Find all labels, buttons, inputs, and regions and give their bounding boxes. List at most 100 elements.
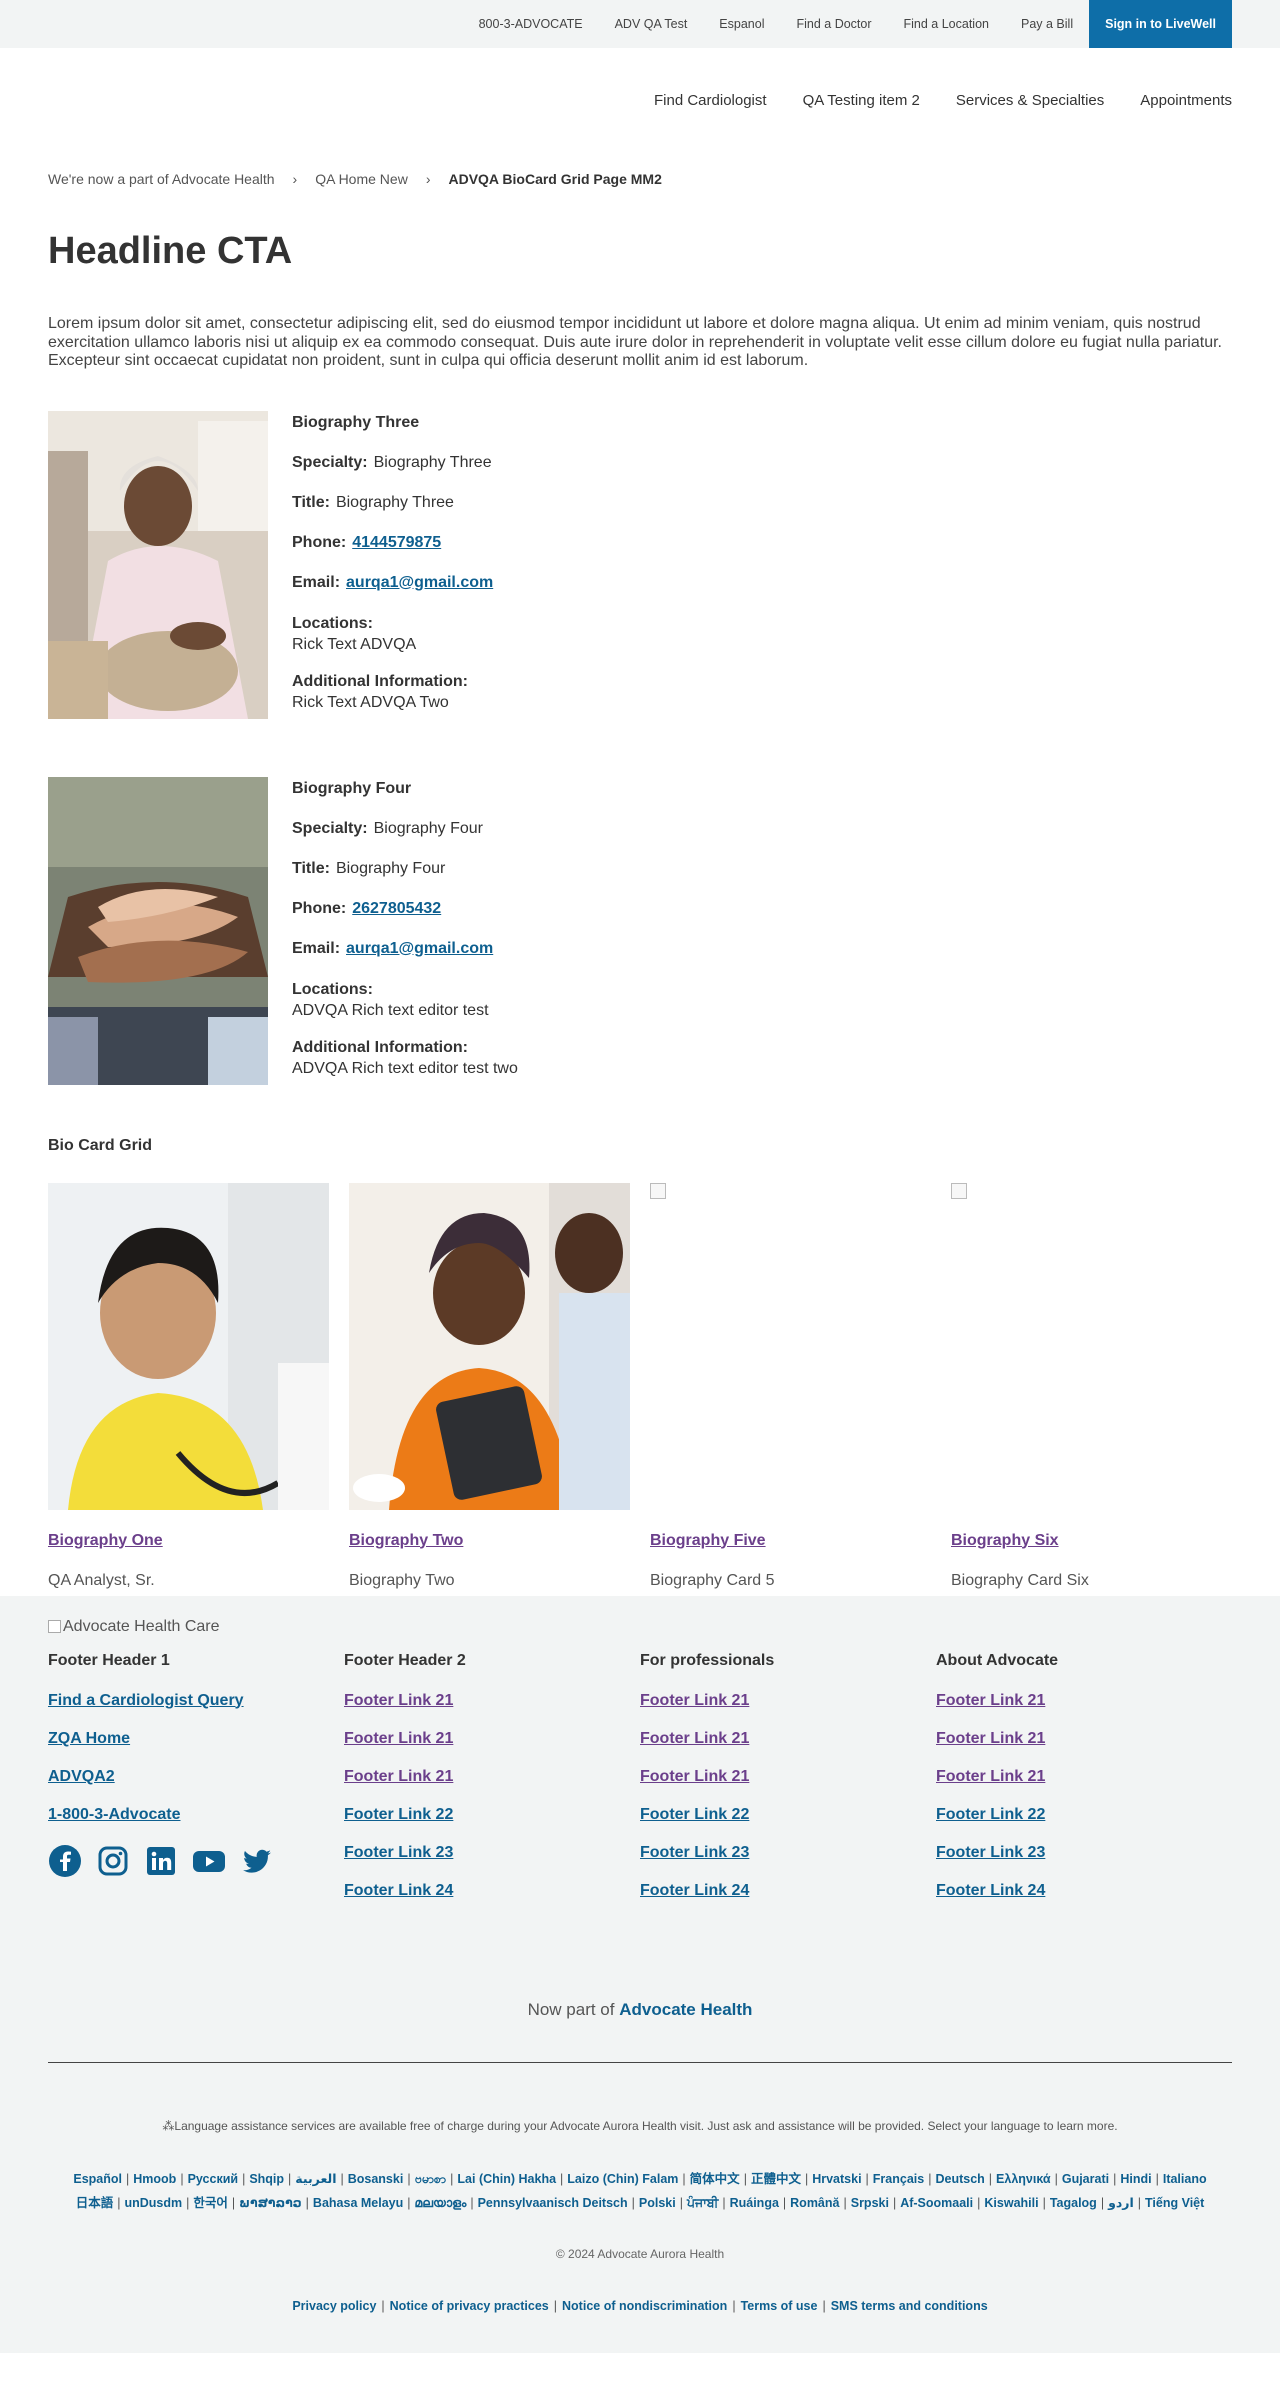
grid-card-name[interactable]: Biography Five	[650, 1532, 931, 1550]
utility-link-phone[interactable]: 800-3-ADVOCATE	[479, 17, 583, 31]
language-link[interactable]: മലയാളം	[415, 2196, 467, 2210]
breadcrumb-item-advocate[interactable]: We're now a part of Advocate Health	[48, 171, 275, 187]
utility-link-pay-bill[interactable]: Pay a Bill	[1021, 17, 1073, 31]
footer-link[interactable]: Footer Link 21	[344, 1768, 640, 1786]
language-link[interactable]: Hmoob	[133, 2172, 176, 2186]
language-link[interactable]: Kiswahili	[984, 2196, 1038, 2210]
grid-card-photo	[349, 1182, 630, 1510]
advocate-health-link[interactable]: Advocate Health	[619, 2000, 752, 2019]
language-link[interactable]: Ελληνικά	[996, 2172, 1051, 2186]
footer-link[interactable]: Footer Link 21	[344, 1730, 640, 1748]
language-row: Español | Hmoob | Русский | Shqip | العربية | Bosa…	[48, 2167, 1232, 2191]
footer-link[interactable]: Footer Link 21	[936, 1692, 1232, 1710]
footer-link[interactable]: Footer Link 21	[640, 1692, 936, 1710]
bio-info: Biography Four Specialty: Biography Four …	[292, 777, 518, 1095]
signin-button[interactable]: Sign in to LiveWell	[1089, 0, 1232, 48]
language-link[interactable]: Italiano	[1163, 2172, 1207, 2186]
grid-card-name[interactable]: Biography Two	[349, 1532, 630, 1550]
breadcrumb-item-qa-home[interactable]: QA Home New	[315, 171, 408, 187]
utility-link-adv-qa-test[interactable]: ADV QA Test	[615, 17, 688, 31]
language-link[interactable]: Русский	[188, 2172, 239, 2186]
language-link[interactable]: Polski	[639, 2196, 676, 2210]
footer-link[interactable]: Find a Cardiologist Query	[48, 1692, 344, 1710]
language-link[interactable]: Bosanski	[348, 2172, 404, 2186]
twitter-icon[interactable]	[240, 1844, 274, 1878]
grid-card-name[interactable]: Biography Six	[951, 1532, 1232, 1550]
language-link[interactable]: Hindi	[1120, 2172, 1151, 2186]
separator: |	[804, 2171, 809, 2186]
language-link[interactable]: Srpski	[851, 2196, 889, 2210]
footer-link[interactable]: ADVQA2	[48, 1768, 344, 1786]
footer-link[interactable]: Footer Link 24	[936, 1882, 1232, 1900]
locations-label: Locations:	[292, 980, 373, 998]
language-link[interactable]: Tagalog	[1050, 2196, 1097, 2210]
language-link[interactable]: Tiếng Việt	[1145, 2196, 1204, 2210]
youtube-icon[interactable]	[192, 1844, 226, 1878]
nav-item-services[interactable]: Services & Specialties	[956, 92, 1104, 109]
language-link[interactable]: Bahasa Melayu	[313, 2196, 403, 2210]
footer-link[interactable]: Footer Link 21	[936, 1730, 1232, 1748]
instagram-icon[interactable]	[96, 1844, 130, 1878]
footer-link[interactable]: 1-800-3-Advocate	[48, 1806, 344, 1824]
footer-link[interactable]: Footer Link 22	[936, 1806, 1232, 1824]
facebook-icon[interactable]	[48, 1844, 82, 1878]
footer-link[interactable]: Footer Link 24	[640, 1882, 936, 1900]
utility-link-espanol[interactable]: Espanol	[719, 17, 764, 31]
legal-link[interactable]: Notice of privacy practices	[390, 2299, 549, 2313]
language-link[interactable]: ਪੰਜਾਬੀ	[687, 2196, 718, 2210]
separator: |	[782, 2195, 787, 2210]
phone-link[interactable]: 2627805432	[352, 900, 441, 917]
language-link[interactable]: ພາສາລາວ	[239, 2196, 302, 2210]
language-link[interactable]: Deutsch	[935, 2172, 984, 2186]
linkedin-icon[interactable]	[144, 1844, 178, 1878]
legal-link[interactable]: Terms of use	[741, 2299, 818, 2313]
nav-item-find-cardiologist[interactable]: Find Cardiologist	[654, 92, 767, 109]
utility-link-find-doctor[interactable]: Find a Doctor	[796, 17, 871, 31]
footer-link[interactable]: Footer Link 23	[936, 1844, 1232, 1862]
footer-link[interactable]: Footer Link 21	[936, 1768, 1232, 1786]
language-link[interactable]: Laizo (Chin) Falam	[567, 2172, 678, 2186]
language-link[interactable]: unDusdm	[124, 2196, 182, 2210]
legal-link[interactable]: Notice of nondiscrimination	[562, 2299, 727, 2313]
footer-link[interactable]: Footer Link 22	[640, 1806, 936, 1824]
grid-card-name[interactable]: Biography One	[48, 1532, 329, 1550]
language-link[interactable]: Ruáinga	[730, 2196, 779, 2210]
bio-phone: Phone: 2627805432	[292, 899, 518, 919]
footer-link[interactable]: Footer Link 24	[344, 1882, 640, 1900]
email-link[interactable]: aurqa1@gmail.com	[346, 940, 493, 957]
specialty-value: Biography Three	[373, 453, 492, 471]
nav-item-qa-testing[interactable]: QA Testing item 2	[803, 92, 920, 109]
language-link[interactable]: اردو	[1108, 2196, 1134, 2210]
footer-link[interactable]: Footer Link 23	[344, 1844, 640, 1862]
footer-link[interactable]: Footer Link 22	[344, 1806, 640, 1824]
language-link[interactable]: ဗမာစာ	[415, 2172, 447, 2186]
phone-link[interactable]: 4144579875	[352, 534, 441, 551]
language-link[interactable]: Af-Soomaali	[900, 2196, 973, 2210]
locations-value: ADVQA Rich text editor test	[292, 1001, 489, 1019]
footer-logo[interactable]: Advocate Health Care	[48, 1618, 1232, 1636]
language-link[interactable]: Lai (Chin) Hakha	[457, 2172, 556, 2186]
footer-link[interactable]: ZQA Home	[48, 1730, 344, 1748]
language-link[interactable]: Français	[873, 2172, 924, 2186]
footer-link[interactable]: Footer Link 21	[640, 1730, 936, 1748]
language-link[interactable]: Shqip	[249, 2172, 284, 2186]
language-link[interactable]: Gujarati	[1062, 2172, 1109, 2186]
language-link[interactable]: 正體中文	[751, 2172, 801, 2186]
footer-link[interactable]: Footer Link 21	[344, 1692, 640, 1710]
footer-column-header: For professionals	[640, 1651, 775, 1669]
language-link[interactable]: Pennsylvaanisch Deitsch	[478, 2196, 628, 2210]
language-link[interactable]: Hrvatski	[812, 2172, 861, 2186]
language-link[interactable]: Español	[73, 2172, 122, 2186]
nav-item-appointments[interactable]: Appointments	[1140, 92, 1232, 109]
language-link[interactable]: 简体中文	[690, 2172, 740, 2186]
utility-link-find-location[interactable]: Find a Location	[904, 17, 989, 31]
footer-link[interactable]: Footer Link 23	[640, 1844, 936, 1862]
language-link[interactable]: 한국어	[193, 2196, 228, 2210]
legal-link[interactable]: Privacy policy	[292, 2299, 376, 2313]
legal-link[interactable]: SMS terms and conditions	[831, 2299, 988, 2313]
language-link[interactable]: 日本語	[76, 2196, 114, 2210]
footer-link[interactable]: Footer Link 21	[640, 1768, 936, 1786]
language-link[interactable]: Română	[790, 2196, 839, 2210]
email-link[interactable]: aurqa1@gmail.com	[346, 574, 493, 591]
language-link[interactable]: العربية	[295, 2172, 336, 2186]
